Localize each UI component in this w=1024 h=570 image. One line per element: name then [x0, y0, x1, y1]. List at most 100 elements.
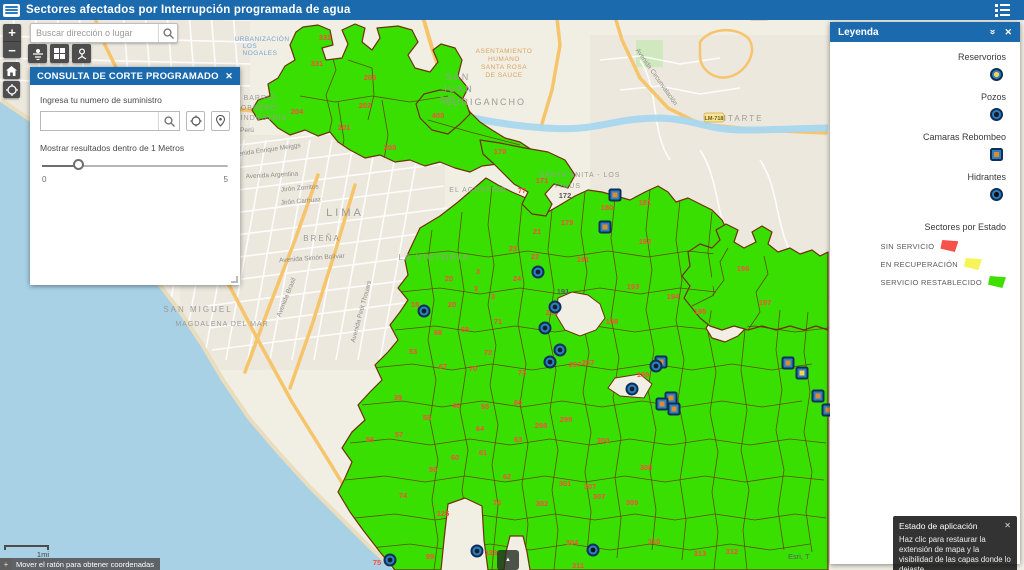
- map-marker-pozo[interactable]: [540, 323, 551, 334]
- sector-label-191: 191: [557, 287, 570, 296]
- supply-input-wrap: [40, 111, 180, 131]
- sector-label-309: 309: [626, 498, 639, 507]
- close-icon[interactable]: ✕: [1004, 27, 1012, 38]
- coordinate-text: Mover el ratón para obtener coordenadas: [16, 560, 154, 569]
- draw-extent-button[interactable]: [186, 111, 205, 131]
- legend-states: SIN SERVICIOEN RECUPERACIÓNSERVICIO REST…: [881, 240, 1006, 294]
- place-label: SANTA ANITA - LOS: [540, 172, 621, 179]
- map-marker-pozo[interactable]: [472, 546, 483, 557]
- slider-handle[interactable]: [73, 159, 84, 170]
- supply-number-input[interactable]: [41, 112, 158, 130]
- consulta-panel-body: Ingresa tu numero de suministro Mostrar …: [30, 85, 240, 285]
- sector-label-24: 24: [513, 274, 522, 283]
- sector-label-193: 193: [627, 282, 640, 291]
- toast-body[interactable]: Haz clic para restaurar la extensión de …: [899, 535, 1011, 570]
- sector-label-20: 20: [445, 274, 453, 283]
- legend-item-reservorio: Reservorios: [923, 52, 1006, 86]
- legend-state-label: EN RECUPERACIÓN: [881, 260, 958, 269]
- street-label: Perú: [240, 127, 254, 134]
- place-label: LIMA: [326, 207, 364, 219]
- sector-label-61: 61: [479, 448, 487, 457]
- map-marker-pozo[interactable]: [533, 267, 544, 278]
- search-button[interactable]: [158, 24, 177, 42]
- sector-label-191: 191: [577, 255, 590, 264]
- place-label: HUMANO: [488, 56, 520, 63]
- query-widget-button[interactable]: [72, 44, 91, 63]
- supply-number-label: Ingresa tu numero de suministro: [40, 95, 230, 105]
- sedapal-logo: [3, 4, 20, 17]
- map-marker-camara[interactable]: [600, 222, 611, 233]
- map-marker-camara[interactable]: [610, 190, 621, 201]
- zoom-in-button[interactable]: +: [3, 24, 21, 41]
- sector-label-299: 299: [560, 415, 573, 424]
- sector-label-77: 77: [518, 186, 526, 195]
- map-marker-pozo[interactable]: [627, 384, 638, 395]
- sector-label-75: 75: [373, 558, 381, 567]
- map-marker-pozo[interactable]: [555, 345, 566, 356]
- sector-label-203: 203: [364, 73, 377, 82]
- sector-label-60: 60: [451, 453, 459, 462]
- panel-resize-handle[interactable]: [231, 276, 238, 283]
- close-icon[interactable]: ✕: [225, 71, 233, 82]
- sector-label-58: 58: [423, 413, 431, 422]
- sector-label-64: 64: [476, 424, 485, 433]
- sector-label-304: 304: [566, 538, 579, 547]
- close-icon[interactable]: ✕: [1004, 521, 1011, 531]
- map-marker-camara[interactable]: [813, 391, 824, 402]
- sector-label-331: 331: [311, 59, 324, 68]
- map-marker-pozo[interactable]: [419, 306, 430, 317]
- scale-bar: 1mi: [4, 545, 49, 559]
- search-input[interactable]: [31, 24, 158, 42]
- place-label: LURIGANCHO: [446, 97, 526, 107]
- sector-label-196: 196: [737, 264, 750, 273]
- map-marker-pozo[interactable]: [651, 361, 662, 372]
- hidrante-icon: [989, 187, 1004, 202]
- place-label: SAN: [446, 72, 471, 82]
- legend-state-swatch: [964, 258, 982, 270]
- place-label: BREÑA: [303, 234, 341, 243]
- sector-label-400: 400: [432, 111, 445, 120]
- legend-state-swatch: [940, 240, 958, 252]
- home-button[interactable]: [3, 62, 20, 79]
- map-marker-reservorio[interactable]: [797, 368, 808, 379]
- magnifier-icon: [164, 116, 175, 127]
- sector-label-192: 192: [639, 237, 652, 246]
- sector-label-298: 298: [535, 421, 548, 430]
- sector-label-198: 198: [606, 317, 619, 326]
- sector-label-297: 297: [569, 360, 582, 369]
- consulta-panel-title: CONSULTA DE CORTE PROGRAMADO: [37, 71, 219, 82]
- legend-panel-header[interactable]: Leyenda « ✕: [830, 22, 1020, 42]
- locate-button[interactable]: [3, 81, 20, 98]
- legend-item-pozo: Pozos: [923, 92, 1006, 126]
- sector-label-171: 171: [536, 176, 549, 185]
- point-select-button[interactable]: [211, 111, 230, 131]
- sector-label-123: 123: [485, 548, 498, 557]
- basemap-gallery-button[interactable]: [50, 44, 69, 63]
- attribution-toggle-button[interactable]: ▲: [497, 550, 519, 570]
- map-marker-camara[interactable]: [783, 358, 794, 369]
- place-label: EL AGUSTINO: [449, 187, 506, 194]
- collapse-icon[interactable]: «: [987, 30, 998, 35]
- sector-label-53: 53: [409, 347, 417, 356]
- place-label: FICUS: [555, 183, 581, 190]
- zoom-out-button[interactable]: −: [3, 41, 21, 58]
- sector-label-39: 39: [394, 393, 402, 402]
- map-marker-camara[interactable]: [657, 399, 668, 410]
- map-marker-pozo[interactable]: [545, 357, 556, 368]
- radius-slider[interactable]: [42, 159, 228, 173]
- sector-label-300: 300: [597, 436, 610, 445]
- legend-state-swatch: [988, 276, 1006, 288]
- sector-label-257: 257: [582, 358, 595, 367]
- consulta-panel-header[interactable]: CONSULTA DE CORTE PROGRAMADO ✕: [30, 67, 240, 85]
- coordinate-icon[interactable]: +: [0, 558, 12, 570]
- app-title: Sectores afectados por Interrupción prog…: [26, 4, 351, 16]
- legend-widget-button[interactable]: [28, 44, 47, 63]
- camara-icon: [989, 147, 1004, 162]
- sector-label-67: 67: [439, 362, 447, 371]
- map-marker-pozo[interactable]: [550, 302, 561, 313]
- list-menu-icon[interactable]: [995, 4, 1010, 17]
- map-marker-hidrante[interactable]: [588, 545, 599, 556]
- map-marker-camara[interactable]: [669, 404, 680, 415]
- map-marker-pozo[interactable]: [385, 555, 396, 566]
- supply-search-button[interactable]: [158, 112, 179, 130]
